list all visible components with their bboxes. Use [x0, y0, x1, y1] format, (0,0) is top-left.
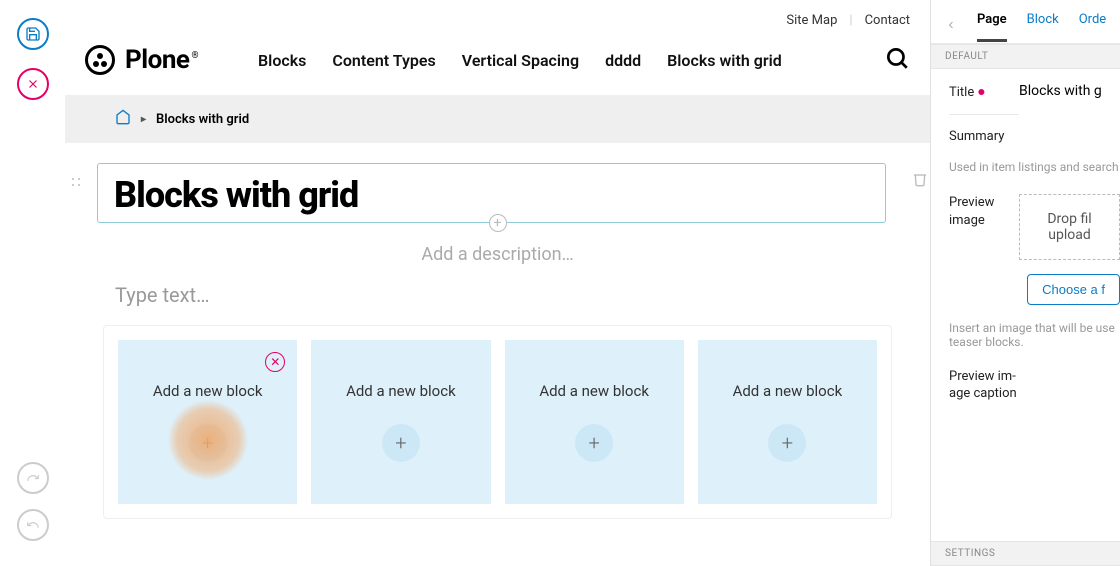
redo-button[interactable]: [17, 462, 49, 494]
field-divider: [949, 114, 1019, 115]
grid-cell-label: Add a new block: [153, 382, 263, 400]
add-block-button[interactable]: +: [189, 424, 227, 462]
grid-cell-label: Add a new block: [539, 382, 649, 400]
logo[interactable]: Plone®: [85, 45, 198, 75]
nav-item-vertical-spacing[interactable]: Vertical Spacing: [462, 51, 579, 70]
choose-file-button[interactable]: Choose a f: [1027, 274, 1120, 305]
grid-cell-label: Add a new block: [733, 382, 843, 400]
section-settings: SETTINGS: [931, 541, 1120, 566]
breadcrumb-current: Blocks with grid: [156, 112, 249, 127]
sitemap-link[interactable]: Site Map: [786, 13, 837, 28]
delete-block-icon[interactable]: [912, 171, 928, 191]
remove-cell-button[interactable]: ✕: [265, 352, 285, 372]
tab-block[interactable]: Block: [1027, 12, 1059, 42]
description-placeholder[interactable]: Add a description…: [85, 244, 910, 265]
add-block-button[interactable]: +: [382, 424, 420, 462]
help-summary: Used in item listings and search: [949, 160, 1120, 174]
contact-link[interactable]: Contact: [865, 13, 910, 28]
nav-item-content-types[interactable]: Content Types: [332, 51, 435, 70]
grid-cell[interactable]: Add a new block +: [505, 340, 684, 504]
search-icon[interactable]: [884, 45, 910, 75]
nav-item-blocks-with-grid[interactable]: Blocks with grid: [667, 51, 782, 70]
tab-order[interactable]: Orde: [1079, 12, 1106, 42]
field-label-preview-caption: Preview im- age caption: [949, 369, 1019, 403]
grid-cell[interactable]: Add a new block +: [311, 340, 490, 504]
add-block-button[interactable]: +: [768, 424, 806, 462]
cancel-button[interactable]: [17, 68, 49, 100]
field-label-title: Title●: [949, 83, 1019, 100]
drag-handle-icon[interactable]: [70, 173, 82, 192]
grid-cell-label: Add a new block: [346, 382, 456, 400]
breadcrumb-sep: ▸: [141, 114, 146, 125]
nav-item-dddd[interactable]: dddd: [605, 51, 641, 70]
grid-cell[interactable]: Add a new block +: [698, 340, 877, 504]
breadcrumb: ▸ Blocks with grid: [65, 95, 930, 143]
sidebar-back-icon[interactable]: [945, 19, 957, 35]
grid-block: ✕ Add a new block + Add a new block + Ad…: [103, 325, 892, 519]
help-preview-image: Insert an image that will be use teaser …: [949, 321, 1120, 349]
divider: |: [849, 13, 852, 28]
nav-item-blocks[interactable]: Blocks: [258, 51, 306, 70]
brand-name: Plone®: [125, 45, 198, 75]
field-value-title[interactable]: Blocks with g: [1019, 83, 1120, 99]
add-block-button[interactable]: +: [575, 424, 613, 462]
tab-page[interactable]: Page: [977, 12, 1007, 42]
home-icon[interactable]: [115, 109, 131, 129]
undo-button[interactable]: [17, 509, 49, 541]
grid-cell[interactable]: ✕ Add a new block +: [118, 340, 297, 504]
text-block-placeholder[interactable]: Type text…: [115, 283, 910, 307]
plone-logo-icon: [85, 45, 115, 75]
dropzone[interactable]: Drop fil upload: [1019, 194, 1120, 260]
save-button[interactable]: [17, 18, 49, 50]
field-label-summary: Summary: [949, 129, 1019, 144]
section-default: DEFAULT: [931, 44, 1120, 69]
page-title[interactable]: Blocks with grid: [114, 174, 869, 216]
add-block-between-button[interactable]: +: [489, 214, 507, 232]
field-label-preview-image: Preview image: [949, 194, 1019, 230]
